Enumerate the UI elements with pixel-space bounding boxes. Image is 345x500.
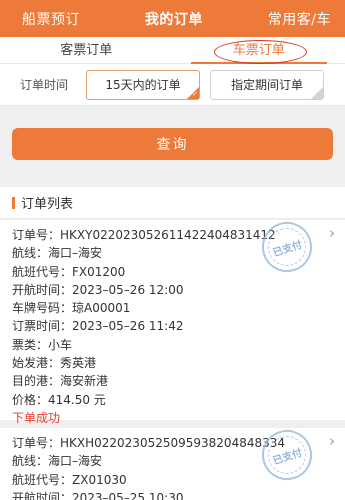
order-plate: 车牌号码：琼A00001: [12, 301, 131, 316]
order-list-header: 订单列表: [0, 187, 345, 219]
order-type-tabs: 客票订单 车票订单: [0, 37, 345, 64]
unselected-corner: [311, 86, 323, 99]
section-marker: [12, 196, 15, 209]
order-time: 订票时间：2023–05–26 11:42: [12, 319, 184, 334]
order-price: 价格：414.50 元: [12, 392, 106, 407]
nav-ticket-booking[interactable]: 船票预订: [22, 9, 80, 29]
order-from-port: 始发港：秀英港: [12, 356, 97, 371]
query-button[interactable]: 查询: [12, 128, 333, 160]
filter-label: 订单时间: [20, 78, 69, 92]
option-custom-period[interactable]: 指定期间订单: [210, 69, 324, 100]
check-icon: ✓: [192, 89, 198, 98]
order-card[interactable]: 订单号：HKXH0220230525095938204848334 航线：海口–…: [0, 423, 345, 500]
option-15-days-label: 15天内的订单: [105, 78, 181, 92]
red-circle-annotation: [214, 40, 307, 64]
query-area: 查询: [0, 106, 345, 189]
order-list-title: 订单列表: [21, 197, 74, 212]
chevron-right-icon[interactable]: ›: [329, 432, 335, 450]
nav-my-orders[interactable]: 我的订单: [145, 9, 203, 29]
paid-stamp-label: 已支付: [271, 239, 304, 259]
order-card[interactable]: 订单号：HKXY022023052611422404831412 航线：海口–海…: [0, 215, 345, 425]
order-departure: 开航时间：2023–05–26 12:00: [12, 282, 184, 297]
time-filter: 订单时间 15天内的订单 ✓ 指定期间订单: [0, 64, 345, 106]
nav-frequent-passengers[interactable]: 常用客/车: [268, 9, 331, 29]
option-15-days[interactable]: 15天内的订单 ✓: [86, 69, 200, 100]
order-status: 下单成功: [12, 410, 61, 425]
order-to-port: 目的港：海安新港: [12, 374, 109, 389]
chevron-right-icon[interactable]: ›: [329, 224, 335, 242]
order-departure: 开航时间：2023–05–25 10:30: [12, 490, 184, 500]
order-ticket-type: 票类：小车: [12, 337, 73, 352]
page: 船票预订 我的订单 常用客/车 客票订单 车票订单 订单时间 15天内的订单 ✓…: [0, 0, 345, 500]
option-custom-period-label: 指定期间订单: [230, 78, 303, 92]
top-nav: 船票预订 我的订单 常用客/车: [0, 0, 345, 37]
tab-passenger-orders[interactable]: 客票订单: [0, 37, 173, 64]
paid-stamp-label: 已支付: [271, 447, 304, 467]
